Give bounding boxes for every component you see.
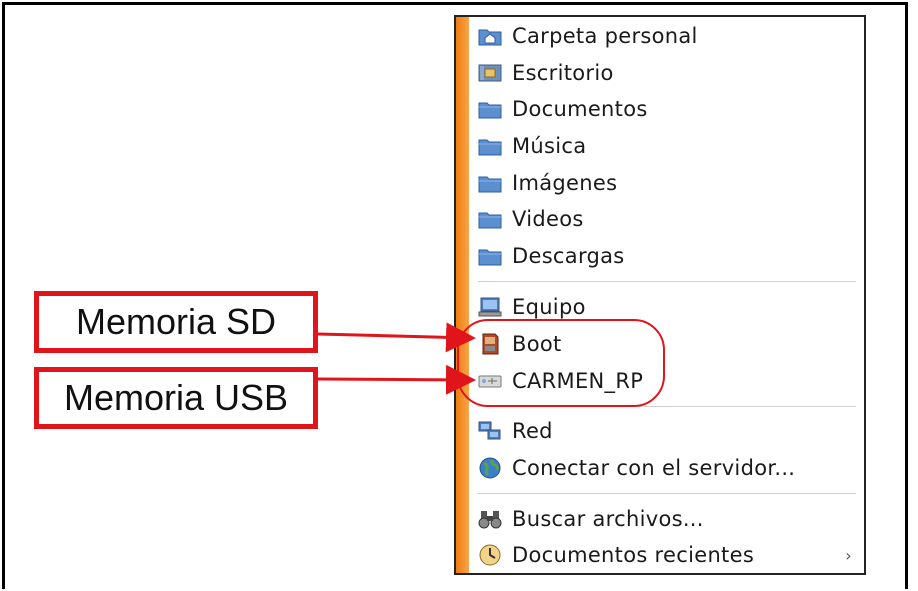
- arrow-usb: [317, 364, 476, 395]
- highlight-ellipse: [457, 319, 665, 407]
- arrow-sd: [317, 322, 476, 353]
- annotation-overlay: [317, 319, 665, 407]
